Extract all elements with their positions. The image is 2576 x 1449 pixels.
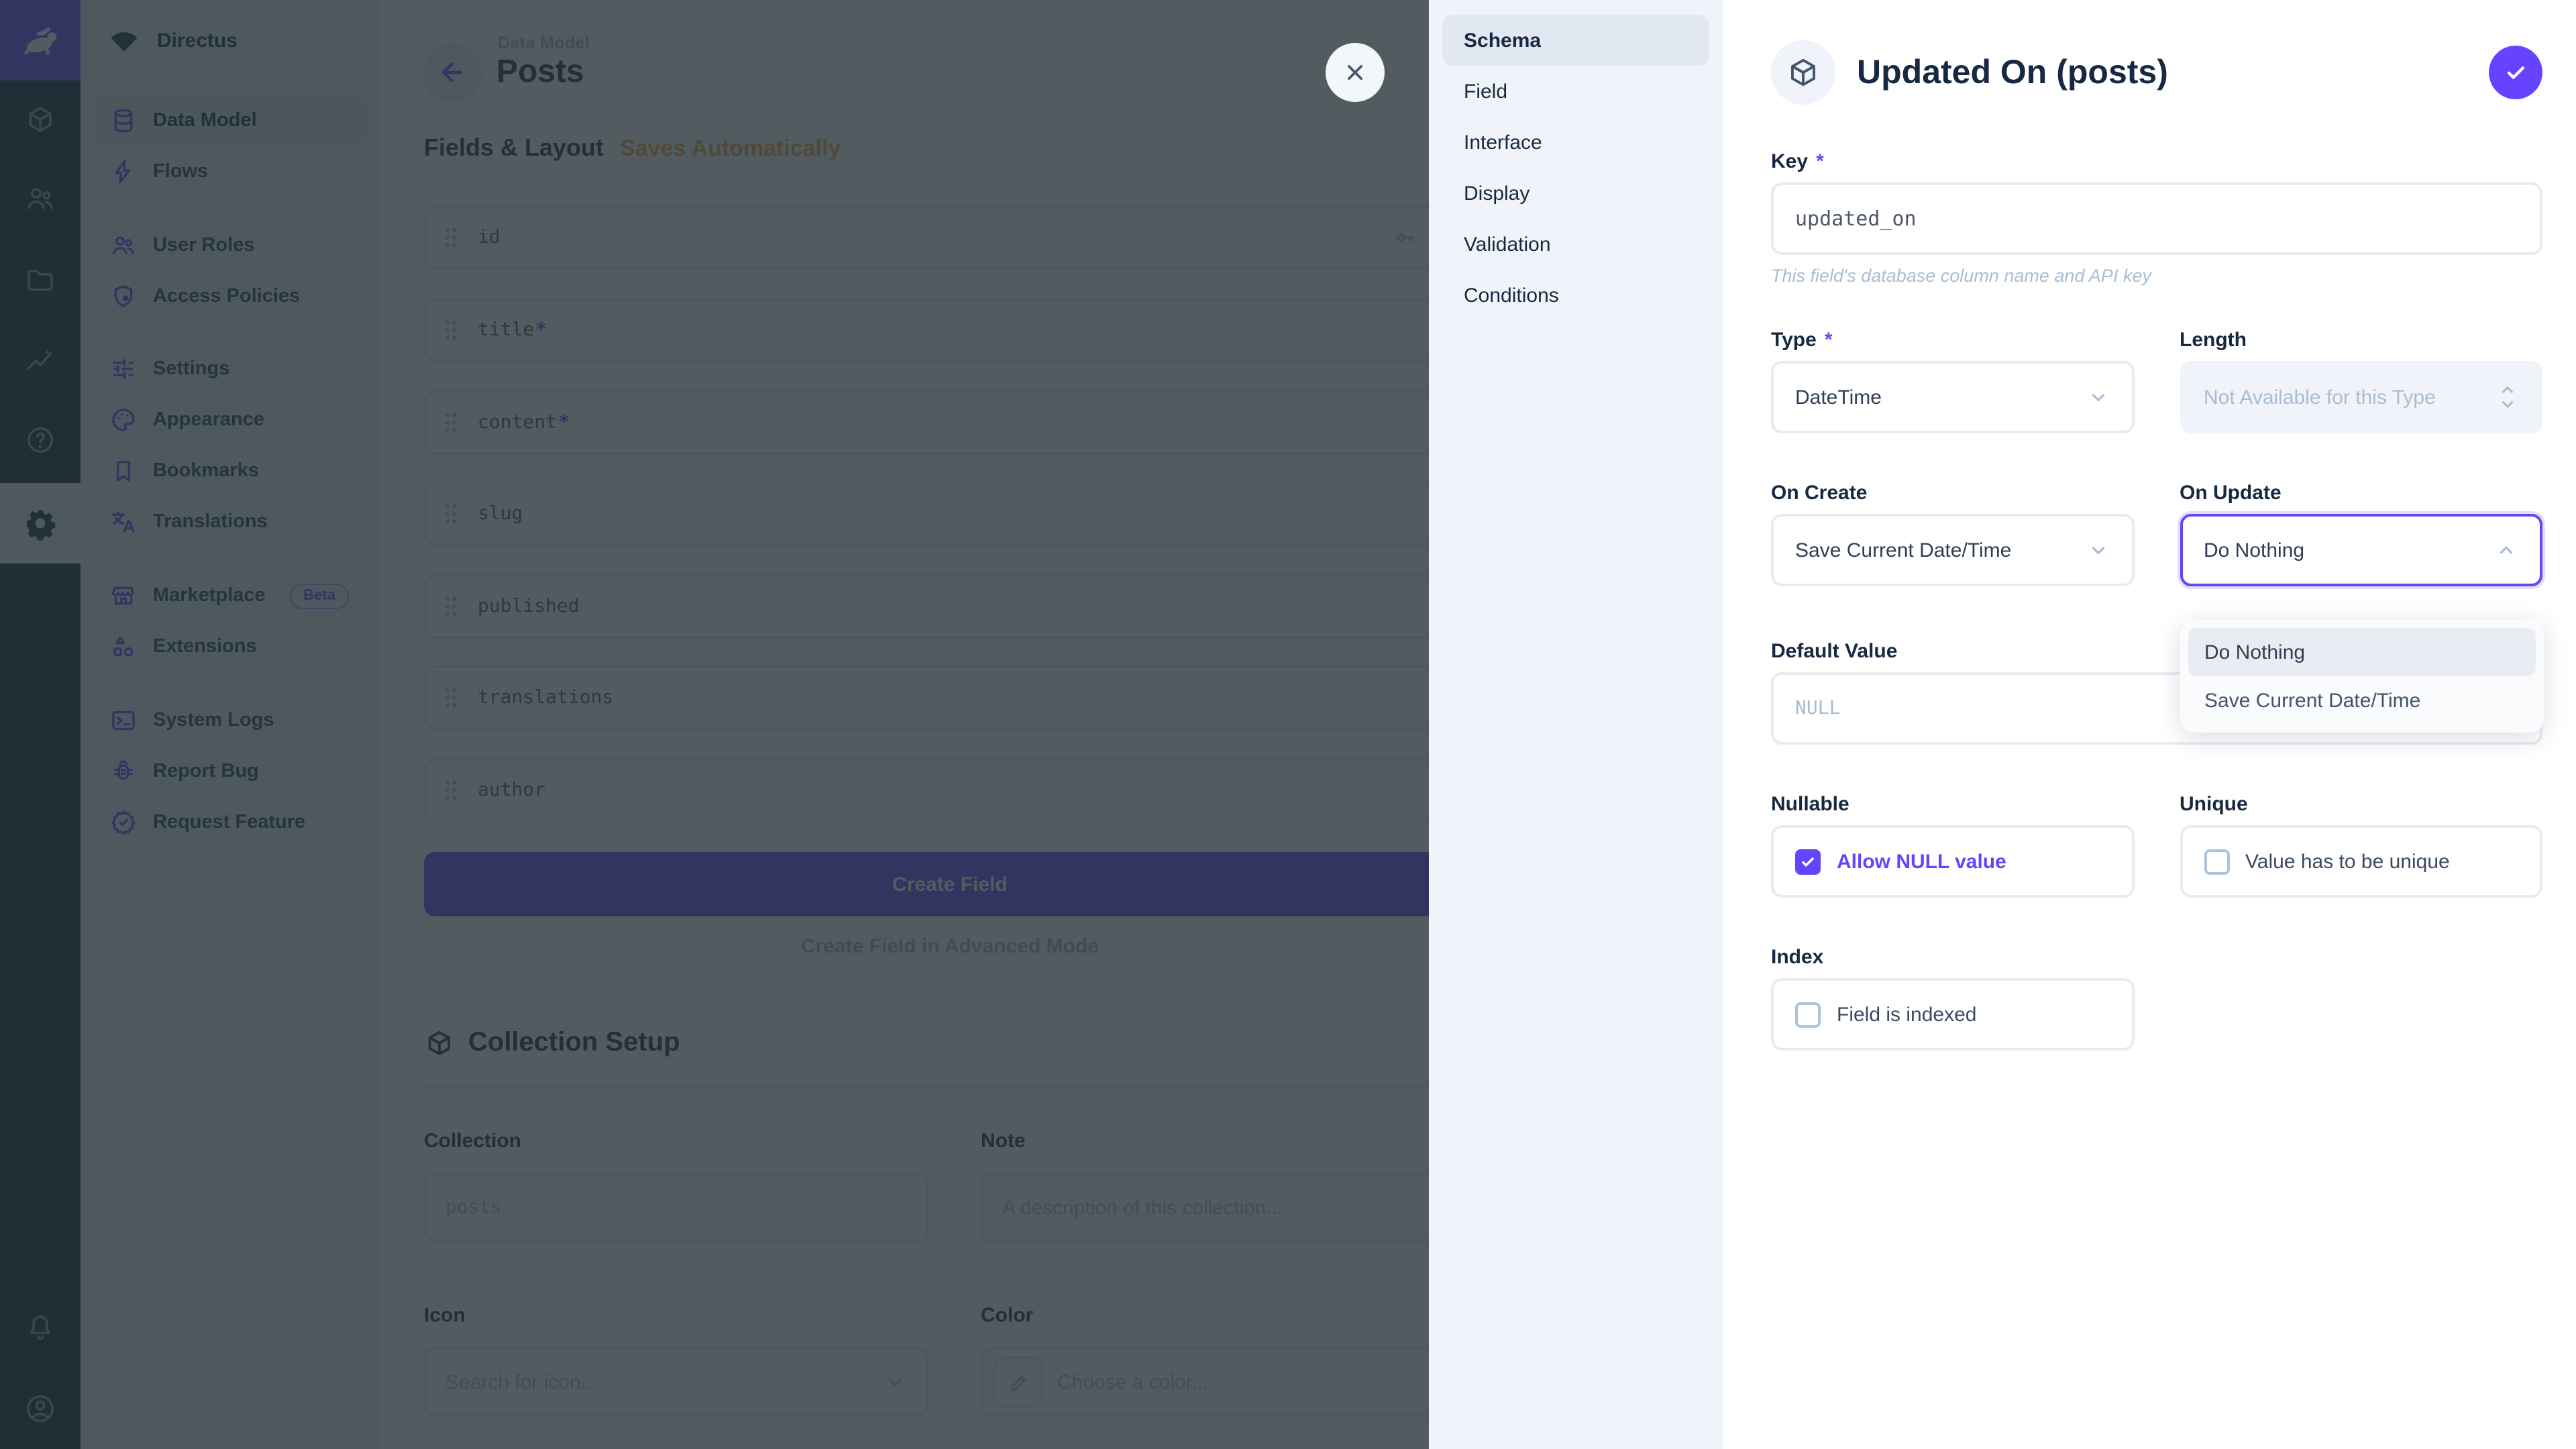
tab-field[interactable]: Field [1442, 66, 1709, 117]
tab-interface[interactable]: Interface [1442, 117, 1709, 168]
drawer-header: Updated On (posts) [1771, 0, 2542, 145]
type-select[interactable]: DateTime [1771, 361, 2134, 433]
on-update-select[interactable]: Do Nothing [2180, 514, 2542, 586]
drawer-tab-list: Schema Field Interface Display Validatio… [1429, 0, 1723, 1449]
required-asterisk: * [1825, 329, 1833, 352]
type-group: Type* DateTime [1771, 329, 2134, 433]
checkbox-unchecked-icon[interactable] [1795, 1002, 1821, 1027]
nullable-group: Nullable Allow NULL value [1771, 793, 2134, 898]
length-label: Length [2180, 329, 2542, 352]
key-note: This field's database column name and AP… [1771, 266, 2542, 286]
length-group: Length Not Available for this Type [2180, 329, 2542, 433]
close-icon [1342, 59, 1368, 86]
drawer-content: Updated On (posts) Key* This field's dat… [1723, 0, 2576, 1449]
nullable-checkbox-row[interactable]: Allow NULL value [1771, 825, 2134, 898]
unique-checkbox-row[interactable]: Value has to be unique [2180, 825, 2542, 898]
tab-display[interactable]: Display [1442, 168, 1709, 219]
on-update-label: On Update [2180, 482, 2542, 504]
unique-label: Unique [2180, 793, 2542, 816]
dropdown-option-do-nothing[interactable]: Do Nothing [2188, 628, 2536, 676]
type-value: DateTime [1795, 386, 2086, 409]
chevron-down-icon [2086, 538, 2110, 562]
checkbox-unchecked-icon[interactable] [2204, 849, 2229, 874]
field-type-box-icon [1771, 40, 1835, 105]
drawer-overlay[interactable] [0, 0, 1429, 1449]
check-icon [2502, 59, 2529, 86]
unique-checkbox-label: Value has to be unique [2245, 850, 2450, 873]
length-input: Not Available for this Type [2180, 361, 2542, 433]
app-window: Directus Data Model Flows User Roles Acc… [0, 0, 2576, 1449]
tab-schema[interactable]: Schema [1442, 15, 1709, 66]
index-checkbox-row[interactable]: Field is indexed [1771, 978, 2134, 1051]
drawer-title: Updated On (posts) [1857, 53, 2467, 92]
key-label: Key* [1771, 150, 2542, 173]
key-section: Key* This field's database column name a… [1771, 150, 2542, 286]
nullable-label: Nullable [1771, 793, 2134, 816]
index-label: Index [1771, 946, 2134, 969]
on-update-dropdown-menu: Do Nothing Save Current Date/Time [2180, 620, 2544, 733]
nullable-unique-row: Nullable Allow NULL value Unique Value h… [1771, 793, 2542, 898]
chevron-down-icon [2086, 385, 2110, 409]
on-create-select[interactable]: Save Current Date/Time [1771, 514, 2134, 586]
checkbox-checked-icon[interactable] [1795, 849, 1821, 874]
close-drawer-button[interactable] [1326, 43, 1385, 102]
on-create-label: On Create [1771, 482, 2134, 504]
key-input[interactable] [1795, 207, 2518, 231]
index-group: Index Field is indexed [1771, 946, 2134, 1051]
chevron-up-icon [2494, 538, 2518, 562]
type-length-row: Type* DateTime Length Not Available for … [1771, 329, 2542, 433]
on-update-value: Do Nothing [2204, 539, 2494, 561]
dropdown-option-save-current[interactable]: Save Current Date/Time [2188, 676, 2536, 724]
field-drawer: Schema Field Interface Display Validatio… [1429, 0, 2576, 1449]
nullable-checkbox-label: Allow NULL value [1837, 850, 2006, 873]
screen: Directus Data Model Flows User Roles Acc… [0, 0, 2576, 1449]
tab-validation[interactable]: Validation [1442, 219, 1709, 270]
on-update-group: On Update Do Nothing [2180, 482, 2542, 586]
length-placeholder: Not Available for this Type [2204, 386, 2497, 409]
save-button[interactable] [2489, 46, 2542, 99]
unique-group: Unique Value has to be unique [2180, 793, 2542, 898]
on-create-group: On Create Save Current Date/Time [1771, 482, 2134, 586]
oncreate-onupdate-row: On Create Save Current Date/Time On Upda… [1771, 482, 2542, 586]
required-asterisk: * [1816, 150, 1824, 173]
on-create-value: Save Current Date/Time [1795, 539, 2086, 561]
index-row: Index Field is indexed [1771, 946, 2542, 1051]
stepper-icon [2497, 382, 2518, 412]
key-input-wrap [1771, 182, 2542, 255]
index-checkbox-label: Field is indexed [1837, 1003, 1976, 1026]
tab-conditions[interactable]: Conditions [1442, 270, 1709, 321]
type-label: Type* [1771, 329, 2134, 352]
